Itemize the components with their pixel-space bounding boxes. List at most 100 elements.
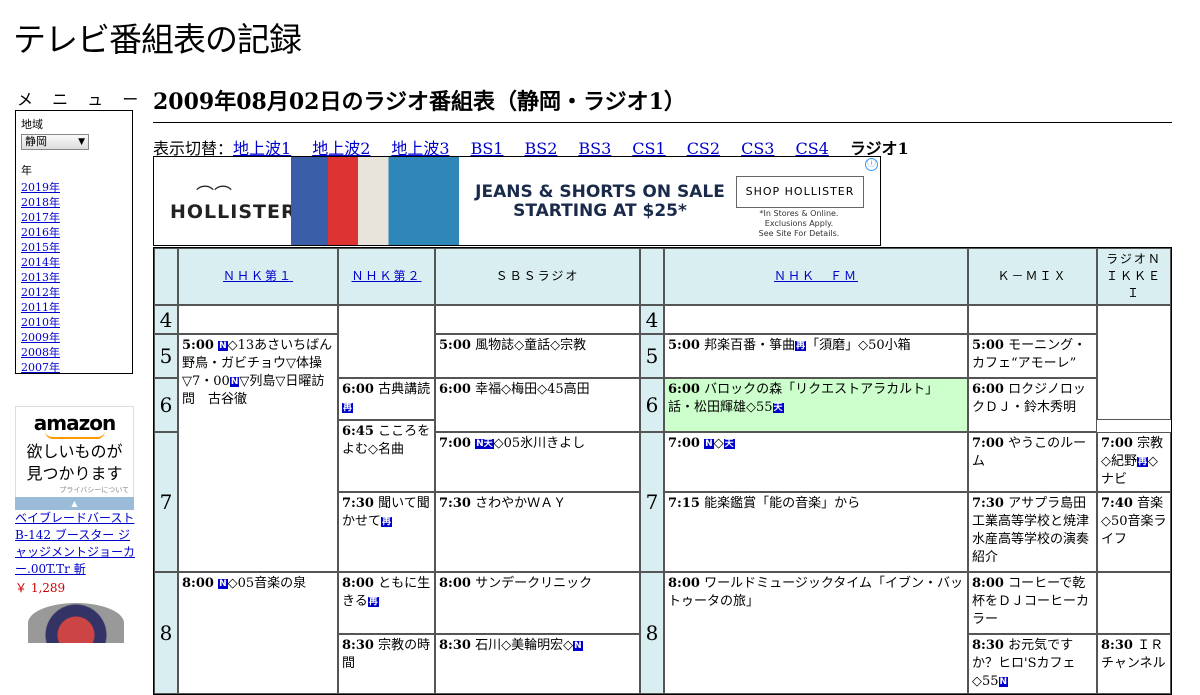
ad-message-line1: 欲しいものが: [26, 442, 123, 461]
page-title: 2009年08月02日のラジオ番組表（静岡・ラジオ1）: [153, 84, 1172, 123]
year-link-2016[interactable]: 2016年: [21, 226, 60, 239]
program-cell[interactable]: 8:30 お元気ですか？ヒロ'Sカフェ◇55N: [968, 634, 1097, 694]
program-time: 7:00: [972, 436, 1004, 451]
program-time: 5:00: [439, 338, 471, 353]
ad-fine-2: Exclusions Apply.: [764, 219, 834, 228]
year-link-2009[interactable]: 2009年: [21, 331, 60, 344]
channel-header-nhkfm: ＮＨＫ ＦＭ: [664, 248, 968, 305]
program-cell[interactable]: 7:00 宗教◇紀野再◇ナビ: [1097, 432, 1171, 492]
year-link-2019[interactable]: 2019年: [21, 181, 60, 194]
program-cell[interactable]: 8:00 コーヒーで乾杯をＤＪコーヒーカラー: [968, 572, 1097, 634]
program-cell[interactable]: 8:30 宗教の時間: [338, 634, 435, 694]
amazon-ad[interactable]: amazon 欲しいものが 見つかります プライバシーについて: [15, 406, 134, 510]
program-text: 風物誌◇童話◇宗教: [475, 338, 587, 353]
program-cell[interactable]: 8:00 ともに生きる再: [338, 572, 435, 634]
program-cell[interactable]: 5:00 モーニング・カフェ“アモーレ”: [968, 334, 1097, 378]
year-link-2012[interactable]: 2012年: [21, 286, 60, 299]
year-link-2018[interactable]: 2018年: [21, 196, 60, 209]
program-cell[interactable]: 8:00 ワールドミュージックタイム「イブン・バットゥータの旅」: [664, 572, 968, 694]
hollister-banner-ad[interactable]: ⌒⌒ HOLLISTER JEANS & SHORTS ON SALE STAR…: [153, 156, 881, 246]
program-time: 7:15: [668, 496, 700, 511]
rebroadcast-badge-icon: 再: [1137, 457, 1149, 467]
news-badge-icon: N: [218, 341, 228, 351]
menu-box: 地域 静岡 ▼ 年 2019年 2018年 2017年 2016年 2015年 …: [15, 110, 133, 374]
menu-heading: メ ニ ュ ー: [17, 90, 146, 109]
year-link-2007[interactable]: 2007年: [21, 361, 60, 374]
program-cell[interactable]: 8:00 サンデークリニック: [435, 572, 640, 634]
ad-headline-line1: JEANS & SHORTS ON SALE: [475, 182, 725, 202]
program-cell[interactable]: 7:00 N天◇05氷川きよし: [435, 432, 640, 492]
program-time: 7:40: [1101, 496, 1133, 511]
year-link-2014[interactable]: 2014年: [21, 256, 60, 269]
program-text: 「須磨」◇50小箱: [806, 338, 911, 353]
amazon-logo: amazon: [33, 411, 116, 435]
channel-link-nhkfm[interactable]: ＮＨＫ ＦＭ: [774, 269, 858, 283]
program-cell[interactable]: 7:30 聞いて聞かせて再: [338, 492, 435, 572]
shop-button[interactable]: SHOP HOLLISTER: [736, 176, 864, 208]
program-time: 6:00: [972, 382, 1004, 397]
product-link[interactable]: ベイブレードバースト B-142 ブースター ジャッジメントジョーカー.00T.…: [15, 510, 135, 578]
program-cell[interactable]: 7:30 さわやかＷＡＹ: [435, 492, 640, 572]
program-cell[interactable]: 7:40 音楽◇50音楽ライフ: [1097, 492, 1171, 572]
program-text: サンデークリニック: [475, 576, 593, 591]
program-cell[interactable]: 7:15 能楽鑑賞「能の音楽」から: [664, 492, 968, 572]
year-link-2017[interactable]: 2017年: [21, 211, 60, 224]
program-cell[interactable]: 8:00 N◇05音楽の泉: [178, 572, 338, 694]
program-text: ◇: [713, 436, 724, 451]
year-link-2015[interactable]: 2015年: [21, 241, 60, 254]
year-list: 2019年 2018年 2017年 2016年 2015年 2014年 2013…: [21, 180, 132, 375]
ad-collapse-bar[interactable]: ▲: [15, 497, 134, 510]
program-cell[interactable]: 6:00 古典講読再: [338, 378, 435, 420]
channel-link-nhk1[interactable]: ＮＨＫ第１: [223, 269, 293, 283]
program-cell[interactable]: 7:00 やうこのルーム: [968, 432, 1097, 492]
program-cell[interactable]: 8:30 ＩＲチャンネル: [1097, 634, 1171, 694]
ad-privacy-link[interactable]: プライバシーについて: [16, 485, 133, 495]
program-time: 5:00: [668, 338, 700, 353]
rebroadcast-badge-icon: 再: [381, 517, 393, 527]
ad-photo: [291, 157, 459, 245]
product-price: ￥ 1,289: [15, 581, 66, 595]
program-text: ◇05氷川きよし: [493, 436, 586, 451]
product-image[interactable]: [28, 603, 124, 643]
program-text: さわやかＷＡＹ: [475, 496, 567, 511]
ad-fine-3: See Site For Details.: [758, 229, 840, 238]
year-link-2013[interactable]: 2013年: [21, 271, 60, 284]
year-link-2008[interactable]: 2008年: [21, 346, 60, 359]
news-badge-icon: N: [704, 439, 714, 449]
program-text: 幸福◇梅田◇45高田: [475, 382, 590, 397]
program-cell[interactable]: 8:30 石川◇美輪明宏◇N: [435, 634, 640, 694]
program-cell[interactable]: 5:00 風物誌◇童話◇宗教: [435, 334, 640, 378]
program-cell-empty: [338, 305, 435, 378]
program-cell[interactable]: 5:00 邦楽百番・箏曲再「須磨」◇50小箱: [664, 334, 968, 378]
program-time: 6:00: [439, 382, 471, 397]
program-cell[interactable]: 7:00 N◇天: [664, 432, 968, 492]
program-time: 6:00: [668, 382, 700, 397]
channel-header-kmix: Ｋ－ＭＩＸ: [968, 248, 1097, 305]
program-cell[interactable]: 5:00 N◇13あさいちばん 野鳥・ガビチョウ▽体操▽7・00N▽列島▽日曜訪…: [178, 334, 338, 572]
program-cell[interactable]: 6:00 ロクジノロックＤＪ・鈴木秀明: [968, 378, 1097, 432]
news-badge-icon: N: [229, 377, 240, 387]
program-text: 石川◇美輪明宏◇: [475, 638, 574, 653]
hour-cell: 4: [154, 305, 178, 334]
region-select[interactable]: 静岡 ▼: [21, 134, 89, 150]
year-link-2011[interactable]: 2011年: [21, 301, 60, 314]
hour-cell: 7: [154, 432, 178, 572]
program-cell[interactable]: 7:30 アサプラ島田工業高等学校と焼津水産高等学校の演奏紹介: [968, 492, 1097, 572]
program-text: 能楽鑑賞「能の音楽」から: [704, 496, 861, 511]
program-cell-empty: [1097, 572, 1171, 634]
weather-badge-icon: 天: [723, 439, 735, 449]
channel-link-nhk2[interactable]: ＮＨＫ第２: [351, 269, 421, 283]
ad-fine-1: *In Stores & Online.: [759, 209, 839, 218]
program-cell-empty: [435, 305, 640, 334]
adchoices-icon[interactable]: ⓘ: [865, 158, 878, 171]
program-cell[interactable]: 6:45 こころをよむ◇名曲: [338, 420, 435, 492]
program-cell-current[interactable]: 6:00 バロックの森「リクエストアラカルト」話・松田輝雄◇55天: [664, 378, 968, 432]
chevron-up-icon: ▲: [71, 499, 78, 508]
hour-cell: 4: [640, 305, 664, 334]
year-link-2010[interactable]: 2010年: [21, 316, 60, 329]
program-cell[interactable]: 6:00 幸福◇梅田◇45高田: [435, 378, 640, 432]
ad-headline-line2: STARTING AT $25*: [513, 201, 687, 221]
channel-header-sbs: ＳＢＳラジオ: [435, 248, 640, 305]
program-time: 7:30: [972, 496, 1004, 511]
channel-header-nhk2: ＮＨＫ第２: [338, 248, 435, 305]
